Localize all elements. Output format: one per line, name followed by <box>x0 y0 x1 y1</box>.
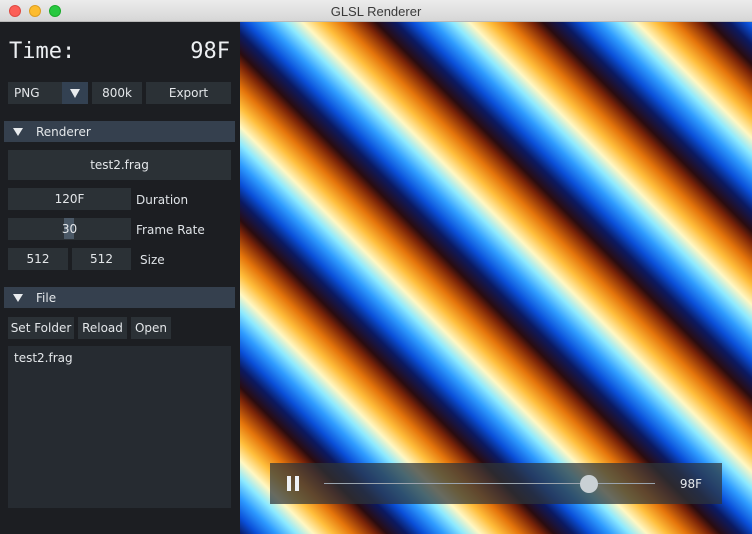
shader-file-button[interactable]: test2.frag <box>8 150 231 180</box>
width-value: 512 <box>26 252 50 266</box>
playback-bar: 98F <box>270 463 722 504</box>
time-label: Time: <box>9 39 76 64</box>
duration-field[interactable]: 120F <box>8 188 131 210</box>
duration-label: Duration <box>136 193 189 207</box>
bitrate-field[interactable]: 800k <box>92 82 142 104</box>
export-format-dropdown-button[interactable] <box>62 82 88 104</box>
file-list-item[interactable]: test2.frag <box>14 351 73 365</box>
height-value: 512 <box>90 252 113 266</box>
export-button-label: Export <box>168 86 209 100</box>
renderer-section-title: Renderer <box>36 124 91 139</box>
file-section-header[interactable]: File <box>4 287 235 308</box>
bitrate-value: 800k <box>102 86 132 100</box>
timeline-track[interactable] <box>324 475 655 493</box>
width-field[interactable]: 512 <box>8 248 68 270</box>
open-label: Open <box>134 321 168 335</box>
collapse-arrow-icon <box>13 127 23 136</box>
open-button[interactable]: Open <box>131 317 171 339</box>
set-folder-button[interactable]: Set Folder <box>8 317 74 339</box>
time-value: 98F <box>190 39 230 64</box>
export-button[interactable]: Export <box>146 82 231 104</box>
frame-rate-label: Frame Rate <box>136 223 205 237</box>
size-label: Size <box>140 253 165 267</box>
frame-rate-value: 30 <box>61 222 78 236</box>
renderer-section-header[interactable]: Renderer <box>4 121 235 142</box>
reload-label: Reload <box>82 321 123 335</box>
current-frame-label: 98F <box>679 477 702 491</box>
height-field[interactable]: 512 <box>72 248 131 270</box>
shader-file-name: test2.frag <box>90 158 149 172</box>
duration-value: 120F <box>54 192 85 206</box>
export-format-select[interactable]: PNG <box>8 82 62 104</box>
shader-preview: 98F <box>240 22 752 534</box>
window-title: GLSL Renderer <box>330 4 422 19</box>
reload-button[interactable]: Reload <box>78 317 127 339</box>
collapse-arrow-icon <box>13 293 23 302</box>
export-format-value: PNG <box>14 86 40 100</box>
frame-rate-slider[interactable]: 30 <box>8 218 131 240</box>
timeline-thumb[interactable] <box>579 475 598 493</box>
pause-icon[interactable] <box>287 476 299 491</box>
control-panel: Time: 98F PNG 800k Export Renderer test2… <box>0 22 240 534</box>
file-list[interactable]: test2.frag <box>8 346 231 508</box>
file-section-title: File <box>36 290 57 305</box>
chevron-down-icon <box>70 88 80 98</box>
set-folder-label: Set Folder <box>10 321 72 335</box>
title-bar: GLSL Renderer <box>0 0 752 22</box>
